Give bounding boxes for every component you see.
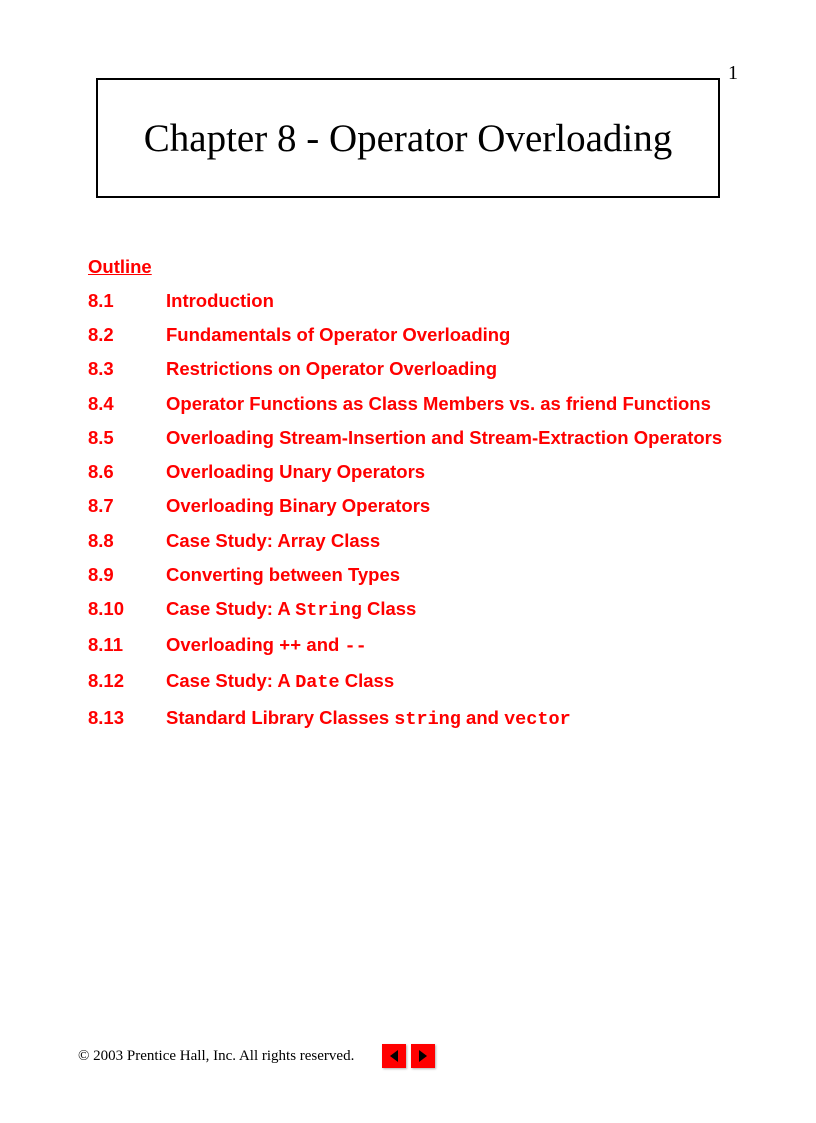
code-text: Date xyxy=(295,672,339,693)
triangle-left-icon xyxy=(388,1049,400,1063)
outline-item-title: Converting between Types xyxy=(166,558,400,592)
code-text: vector xyxy=(504,709,571,730)
outline-item: 8.9Converting between Types xyxy=(88,558,728,592)
outline-item-number: 8.12 xyxy=(88,664,166,700)
outline-item-title: Overloading Stream-Insertion and Stream-… xyxy=(166,421,722,455)
outline-item-number: 8.11 xyxy=(88,628,166,664)
outline-item-title: Case Study: A Date Class xyxy=(166,664,394,700)
outline-item: 8.8Case Study: Array Class xyxy=(88,524,728,558)
outline-item-title: Fundamentals of Operator Overloading xyxy=(166,318,510,352)
outline-item-title: Overloading ++ and -- xyxy=(166,628,367,664)
nav-buttons xyxy=(382,1044,435,1068)
outline-item: 8.12Case Study: A Date Class xyxy=(88,664,728,700)
outline-item-number: 8.7 xyxy=(88,489,166,523)
outline-item-number: 8.6 xyxy=(88,455,166,489)
outline-item-number: 8.8 xyxy=(88,524,166,558)
outline-item-number: 8.5 xyxy=(88,421,166,455)
prev-button[interactable] xyxy=(382,1044,406,1068)
outline-item-number: 8.4 xyxy=(88,387,166,421)
outline-item: 8.13Standard Library Classes string and … xyxy=(88,701,728,737)
outline-item-title: Case Study: A String Class xyxy=(166,592,416,628)
chapter-title: Chapter 8 - Operator Overloading xyxy=(144,116,672,161)
copyright-text: © 2003 Prentice Hall, Inc. All rights re… xyxy=(78,1048,354,1065)
outline-item-title: Overloading Unary Operators xyxy=(166,455,425,489)
page-number: 1 xyxy=(728,62,738,85)
next-button[interactable] xyxy=(411,1044,435,1068)
outline-item: 8.3Restrictions on Operator Overloading xyxy=(88,352,728,386)
outline-block: Outline 8.1Introduction8.2Fundamentals o… xyxy=(88,256,728,737)
outline-item: 8.2Fundamentals of Operator Overloading xyxy=(88,318,728,352)
outline-item-number: 8.13 xyxy=(88,701,166,737)
code-text: String xyxy=(295,600,362,621)
outline-item-title: Introduction xyxy=(166,284,274,318)
outline-item-title: Standard Library Classes string and vect… xyxy=(166,701,571,737)
chapter-title-box: Chapter 8 - Operator Overloading xyxy=(96,78,720,198)
outline-item-title: Operator Functions as Class Members vs. … xyxy=(166,387,711,421)
outline-item: 8.5Overloading Stream-Insertion and Stre… xyxy=(88,421,728,455)
outline-item: 8.10Case Study: A String Class xyxy=(88,592,728,628)
outline-item-number: 8.9 xyxy=(88,558,166,592)
outline-item: 8.4Operator Functions as Class Members v… xyxy=(88,387,728,421)
outline-item-number: 8.3 xyxy=(88,352,166,386)
triangle-right-icon xyxy=(417,1049,429,1063)
outline-item-number: 8.2 xyxy=(88,318,166,352)
outline-item: 8.6Overloading Unary Operators xyxy=(88,455,728,489)
outline-item: 8.7Overloading Binary Operators xyxy=(88,489,728,523)
footer: © 2003 Prentice Hall, Inc. All rights re… xyxy=(78,1044,435,1068)
outline-item: 8.1Introduction xyxy=(88,284,728,318)
outline-item: 8.11Overloading ++ and -- xyxy=(88,628,728,664)
outline-item-number: 8.10 xyxy=(88,592,166,628)
outline-item-title: Overloading Binary Operators xyxy=(166,489,430,523)
outline-item-title: Case Study: Array Class xyxy=(166,524,380,558)
outline-item-number: 8.1 xyxy=(88,284,166,318)
outline-heading: Outline xyxy=(88,256,728,278)
code-text: string xyxy=(394,709,461,730)
outline-item-title: Restrictions on Operator Overloading xyxy=(166,352,497,386)
code-text: -- xyxy=(344,636,366,657)
outline-list: 8.1Introduction8.2Fundamentals of Operat… xyxy=(88,284,728,737)
code-text: ++ xyxy=(279,636,301,657)
